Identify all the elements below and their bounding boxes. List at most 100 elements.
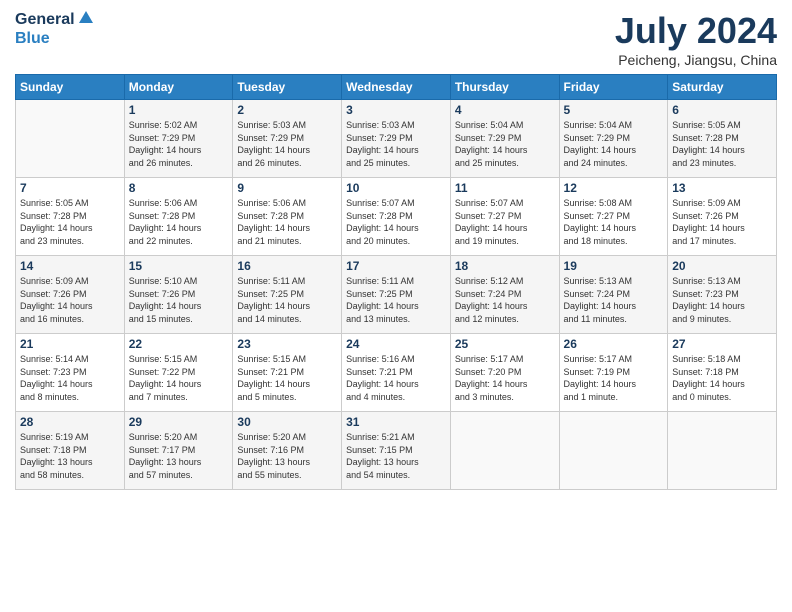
day-cell: 27 Sunrise: 5:18 AM Sunset: 7:18 PM Dayli… [668, 334, 777, 412]
week-row-3: 14 Sunrise: 5:09 AM Sunset: 7:26 PM Dayli… [16, 256, 777, 334]
day-number: 1 [129, 103, 229, 117]
day-number: 31 [346, 415, 446, 429]
day-number: 9 [237, 181, 337, 195]
header-day-sunday: Sunday [16, 75, 125, 100]
day-cell: 26Sunrise: 5:17 AM Sunset: 7:19 PM Dayli… [559, 334, 668, 412]
calendar-header: SundayMondayTuesdayWednesdayThursdayFrid… [16, 75, 777, 100]
day-number: 10 [346, 181, 446, 195]
day-number: 18 [455, 259, 555, 273]
day-cell: 3Sunrise: 5:03 AM Sunset: 7:29 PM Daylig… [342, 100, 451, 178]
day-info: Sunrise: 5:08 AM Sunset: 7:27 PM Dayligh… [564, 197, 664, 247]
day-cell [668, 412, 777, 490]
calendar-body: 1 Sunrise: 5:02 AM Sunset: 7:29 PM Daylig… [16, 100, 777, 490]
day-cell: 21 Sunrise: 5:14 AM Sunset: 7:23 PM Dayli… [16, 334, 125, 412]
day-info: Sunrise: 5:17 AM Sunset: 7:19 PM Dayligh… [564, 353, 664, 403]
day-info: Sunrise: 5:03 AM Sunset: 7:29 PM Dayligh… [346, 119, 446, 169]
day-cell: 28Sunrise: 5:19 AM Sunset: 7:18 PM Dayli… [16, 412, 125, 490]
day-cell: 24 Sunrise: 5:16 AM Sunset: 7:21 PM Dayli… [342, 334, 451, 412]
day-cell: 20Sunrise: 5:13 AM Sunset: 7:23 PM Dayli… [668, 256, 777, 334]
day-cell: 16 Sunrise: 5:11 AM Sunset: 7:25 PM Dayli… [233, 256, 342, 334]
day-info: Sunrise: 5:11 AM Sunset: 7:25 PM Dayligh… [346, 275, 446, 325]
day-cell: 25 Sunrise: 5:17 AM Sunset: 7:20 PM Dayli… [450, 334, 559, 412]
day-number: 15 [129, 259, 229, 273]
day-cell: 18 Sunrise: 5:12 AM Sunset: 7:24 PM Dayli… [450, 256, 559, 334]
day-number: 21 [20, 337, 120, 351]
header-day-thursday: Thursday [450, 75, 559, 100]
week-row-1: 1 Sunrise: 5:02 AM Sunset: 7:29 PM Daylig… [16, 100, 777, 178]
day-number: 12 [564, 181, 664, 195]
day-info: Sunrise: 5:17 AM Sunset: 7:20 PM Dayligh… [455, 353, 555, 403]
day-cell: 6 Sunrise: 5:05 AM Sunset: 7:28 PM Daylig… [668, 100, 777, 178]
day-number: 14 [20, 259, 120, 273]
day-info: Sunrise: 5:20 AM Sunset: 7:16 PM Dayligh… [237, 431, 337, 481]
header-day-tuesday: Tuesday [233, 75, 342, 100]
day-number: 6 [672, 103, 772, 117]
day-info: Sunrise: 5:07 AM Sunset: 7:28 PM Dayligh… [346, 197, 446, 247]
header-day-friday: Friday [559, 75, 668, 100]
calendar-table: SundayMondayTuesdayWednesdayThursdayFrid… [15, 74, 777, 490]
header-day-saturday: Saturday [668, 75, 777, 100]
day-info: Sunrise: 5:04 AM Sunset: 7:29 PM Dayligh… [564, 119, 664, 169]
day-info: Sunrise: 5:06 AM Sunset: 7:28 PM Dayligh… [129, 197, 229, 247]
day-info: Sunrise: 5:09 AM Sunset: 7:26 PM Dayligh… [20, 275, 120, 325]
day-info: Sunrise: 5:03 AM Sunset: 7:29 PM Dayligh… [237, 119, 337, 169]
day-number: 16 [237, 259, 337, 273]
day-cell: 4Sunrise: 5:04 AM Sunset: 7:29 PM Daylig… [450, 100, 559, 178]
day-cell: 12 Sunrise: 5:08 AM Sunset: 7:27 PM Dayli… [559, 178, 668, 256]
day-info: Sunrise: 5:12 AM Sunset: 7:24 PM Dayligh… [455, 275, 555, 325]
day-info: Sunrise: 5:05 AM Sunset: 7:28 PM Dayligh… [20, 197, 120, 247]
day-cell: 9Sunrise: 5:06 AM Sunset: 7:28 PM Daylig… [233, 178, 342, 256]
week-row-2: 7 Sunrise: 5:05 AM Sunset: 7:28 PM Daylig… [16, 178, 777, 256]
day-info: Sunrise: 5:02 AM Sunset: 7:29 PM Dayligh… [129, 119, 229, 169]
title-block: July 2024 Peicheng, Jiangsu, China [615, 10, 777, 68]
day-number: 8 [129, 181, 229, 195]
day-info: Sunrise: 5:15 AM Sunset: 7:22 PM Dayligh… [129, 353, 229, 403]
day-info: Sunrise: 5:20 AM Sunset: 7:17 PM Dayligh… [129, 431, 229, 481]
day-cell: 14 Sunrise: 5:09 AM Sunset: 7:26 PM Dayli… [16, 256, 125, 334]
day-number: 11 [455, 181, 555, 195]
day-number: 17 [346, 259, 446, 273]
day-info: Sunrise: 5:09 AM Sunset: 7:26 PM Dayligh… [672, 197, 772, 247]
day-number: 7 [20, 181, 120, 195]
day-cell: 10 Sunrise: 5:07 AM Sunset: 7:28 PM Dayli… [342, 178, 451, 256]
logo-blue-text: Blue [15, 30, 50, 47]
day-cell: 23Sunrise: 5:15 AM Sunset: 7:21 PM Dayli… [233, 334, 342, 412]
day-number: 27 [672, 337, 772, 351]
day-number: 25 [455, 337, 555, 351]
week-row-5: 28Sunrise: 5:19 AM Sunset: 7:18 PM Dayli… [16, 412, 777, 490]
day-cell: 13 Sunrise: 5:09 AM Sunset: 7:26 PM Dayli… [668, 178, 777, 256]
logo-general-text: General [15, 11, 75, 29]
day-info: Sunrise: 5:18 AM Sunset: 7:18 PM Dayligh… [672, 353, 772, 403]
day-info: Sunrise: 5:10 AM Sunset: 7:26 PM Dayligh… [129, 275, 229, 325]
logo-triangle-icon [79, 11, 93, 30]
day-number: 13 [672, 181, 772, 195]
day-info: Sunrise: 5:14 AM Sunset: 7:23 PM Dayligh… [20, 353, 120, 403]
day-cell: 7 Sunrise: 5:05 AM Sunset: 7:28 PM Daylig… [16, 178, 125, 256]
day-cell: 31 Sunrise: 5:21 AM Sunset: 7:15 PM Dayli… [342, 412, 451, 490]
day-cell: 29 Sunrise: 5:20 AM Sunset: 7:17 PM Dayli… [124, 412, 233, 490]
day-number: 29 [129, 415, 229, 429]
day-info: Sunrise: 5:11 AM Sunset: 7:25 PM Dayligh… [237, 275, 337, 325]
day-info: Sunrise: 5:19 AM Sunset: 7:18 PM Dayligh… [20, 431, 120, 481]
day-number: 30 [237, 415, 337, 429]
day-cell [559, 412, 668, 490]
day-info: Sunrise: 5:05 AM Sunset: 7:28 PM Dayligh… [672, 119, 772, 169]
header-row: SundayMondayTuesdayWednesdayThursdayFrid… [16, 75, 777, 100]
calendar-container: General Blue July 2024 Peicheng, Jiangsu… [0, 0, 792, 500]
day-info: Sunrise: 5:21 AM Sunset: 7:15 PM Dayligh… [346, 431, 446, 481]
day-info: Sunrise: 5:04 AM Sunset: 7:29 PM Dayligh… [455, 119, 555, 169]
day-number: 24 [346, 337, 446, 351]
day-info: Sunrise: 5:16 AM Sunset: 7:21 PM Dayligh… [346, 353, 446, 403]
day-cell: 5 Sunrise: 5:04 AM Sunset: 7:29 PM Daylig… [559, 100, 668, 178]
day-cell: 15 Sunrise: 5:10 AM Sunset: 7:26 PM Dayli… [124, 256, 233, 334]
logo: General Blue [15, 10, 93, 48]
day-number: 5 [564, 103, 664, 117]
day-number: 22 [129, 337, 229, 351]
day-number: 19 [564, 259, 664, 273]
day-cell [16, 100, 125, 178]
day-cell: 17 Sunrise: 5:11 AM Sunset: 7:25 PM Dayli… [342, 256, 451, 334]
month-year-title: July 2024 [615, 10, 777, 52]
day-cell: 19Sunrise: 5:13 AM Sunset: 7:24 PM Dayli… [559, 256, 668, 334]
day-cell: 22 Sunrise: 5:15 AM Sunset: 7:22 PM Dayli… [124, 334, 233, 412]
day-cell: 2Sunrise: 5:03 AM Sunset: 7:29 PM Daylig… [233, 100, 342, 178]
